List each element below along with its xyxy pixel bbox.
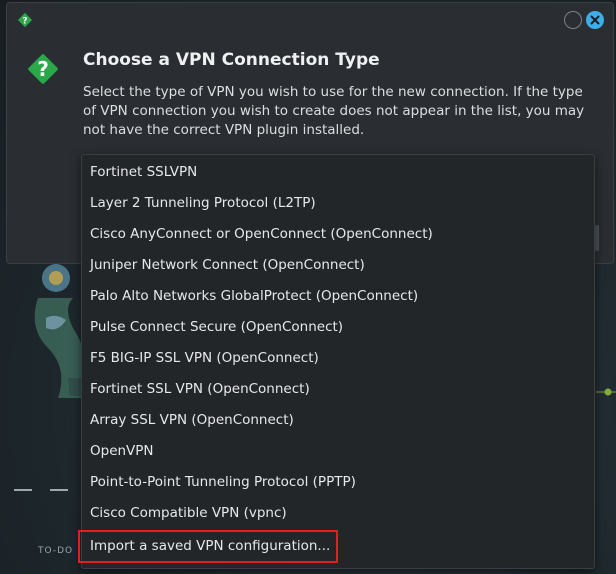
dialog-description: Select the type of VPN you wish to use f… (83, 84, 585, 138)
close-button[interactable] (586, 11, 604, 29)
minimize-button[interactable] (564, 11, 582, 29)
list-item[interactable]: Array SSL VPN (OpenConnect) (82, 406, 594, 435)
dialog-titlebar[interactable]: ? (7, 3, 613, 37)
dialog-partial-control (595, 225, 599, 251)
background-dashes (14, 489, 68, 491)
close-icon (590, 15, 600, 25)
todo-label: TO-DO (38, 546, 74, 556)
list-item[interactable]: Pulse Connect Secure (OpenConnect) (82, 313, 594, 342)
background-connector (596, 388, 616, 396)
dialog-title: Choose a VPN Connection Type (83, 50, 380, 70)
list-item[interactable]: OpenVPN (82, 437, 594, 466)
list-item[interactable]: Point-to-Point Tunneling Protocol (PPTP) (82, 468, 594, 497)
list-item[interactable]: Layer 2 Tunneling Protocol (L2TP) (82, 189, 594, 218)
vpn-type-list[interactable]: Fortinet SSLVPN Layer 2 Tunneling Protoc… (78, 154, 595, 569)
list-item[interactable]: Cisco AnyConnect or OpenConnect (OpenCon… (82, 220, 594, 249)
svg-text:?: ? (37, 57, 49, 81)
list-item[interactable]: Palo Alto Networks GlobalProtect (OpenCo… (82, 282, 594, 311)
svg-text:?: ? (22, 17, 27, 27)
list-item[interactable]: Juniper Network Connect (OpenConnect) (82, 251, 594, 280)
question-icon: ? (17, 12, 33, 28)
list-item[interactable]: Cisco Compatible VPN (vpnc) (82, 499, 594, 528)
question-icon: ? (28, 54, 58, 84)
list-item[interactable]: F5 BIG-IP SSL VPN (OpenConnect) (82, 344, 594, 373)
list-item[interactable]: Fortinet SSL VPN (OpenConnect) (82, 375, 594, 404)
list-item[interactable]: Fortinet SSLVPN (82, 158, 594, 187)
import-vpn-config-item[interactable]: Import a saved VPN configuration... (78, 530, 338, 563)
